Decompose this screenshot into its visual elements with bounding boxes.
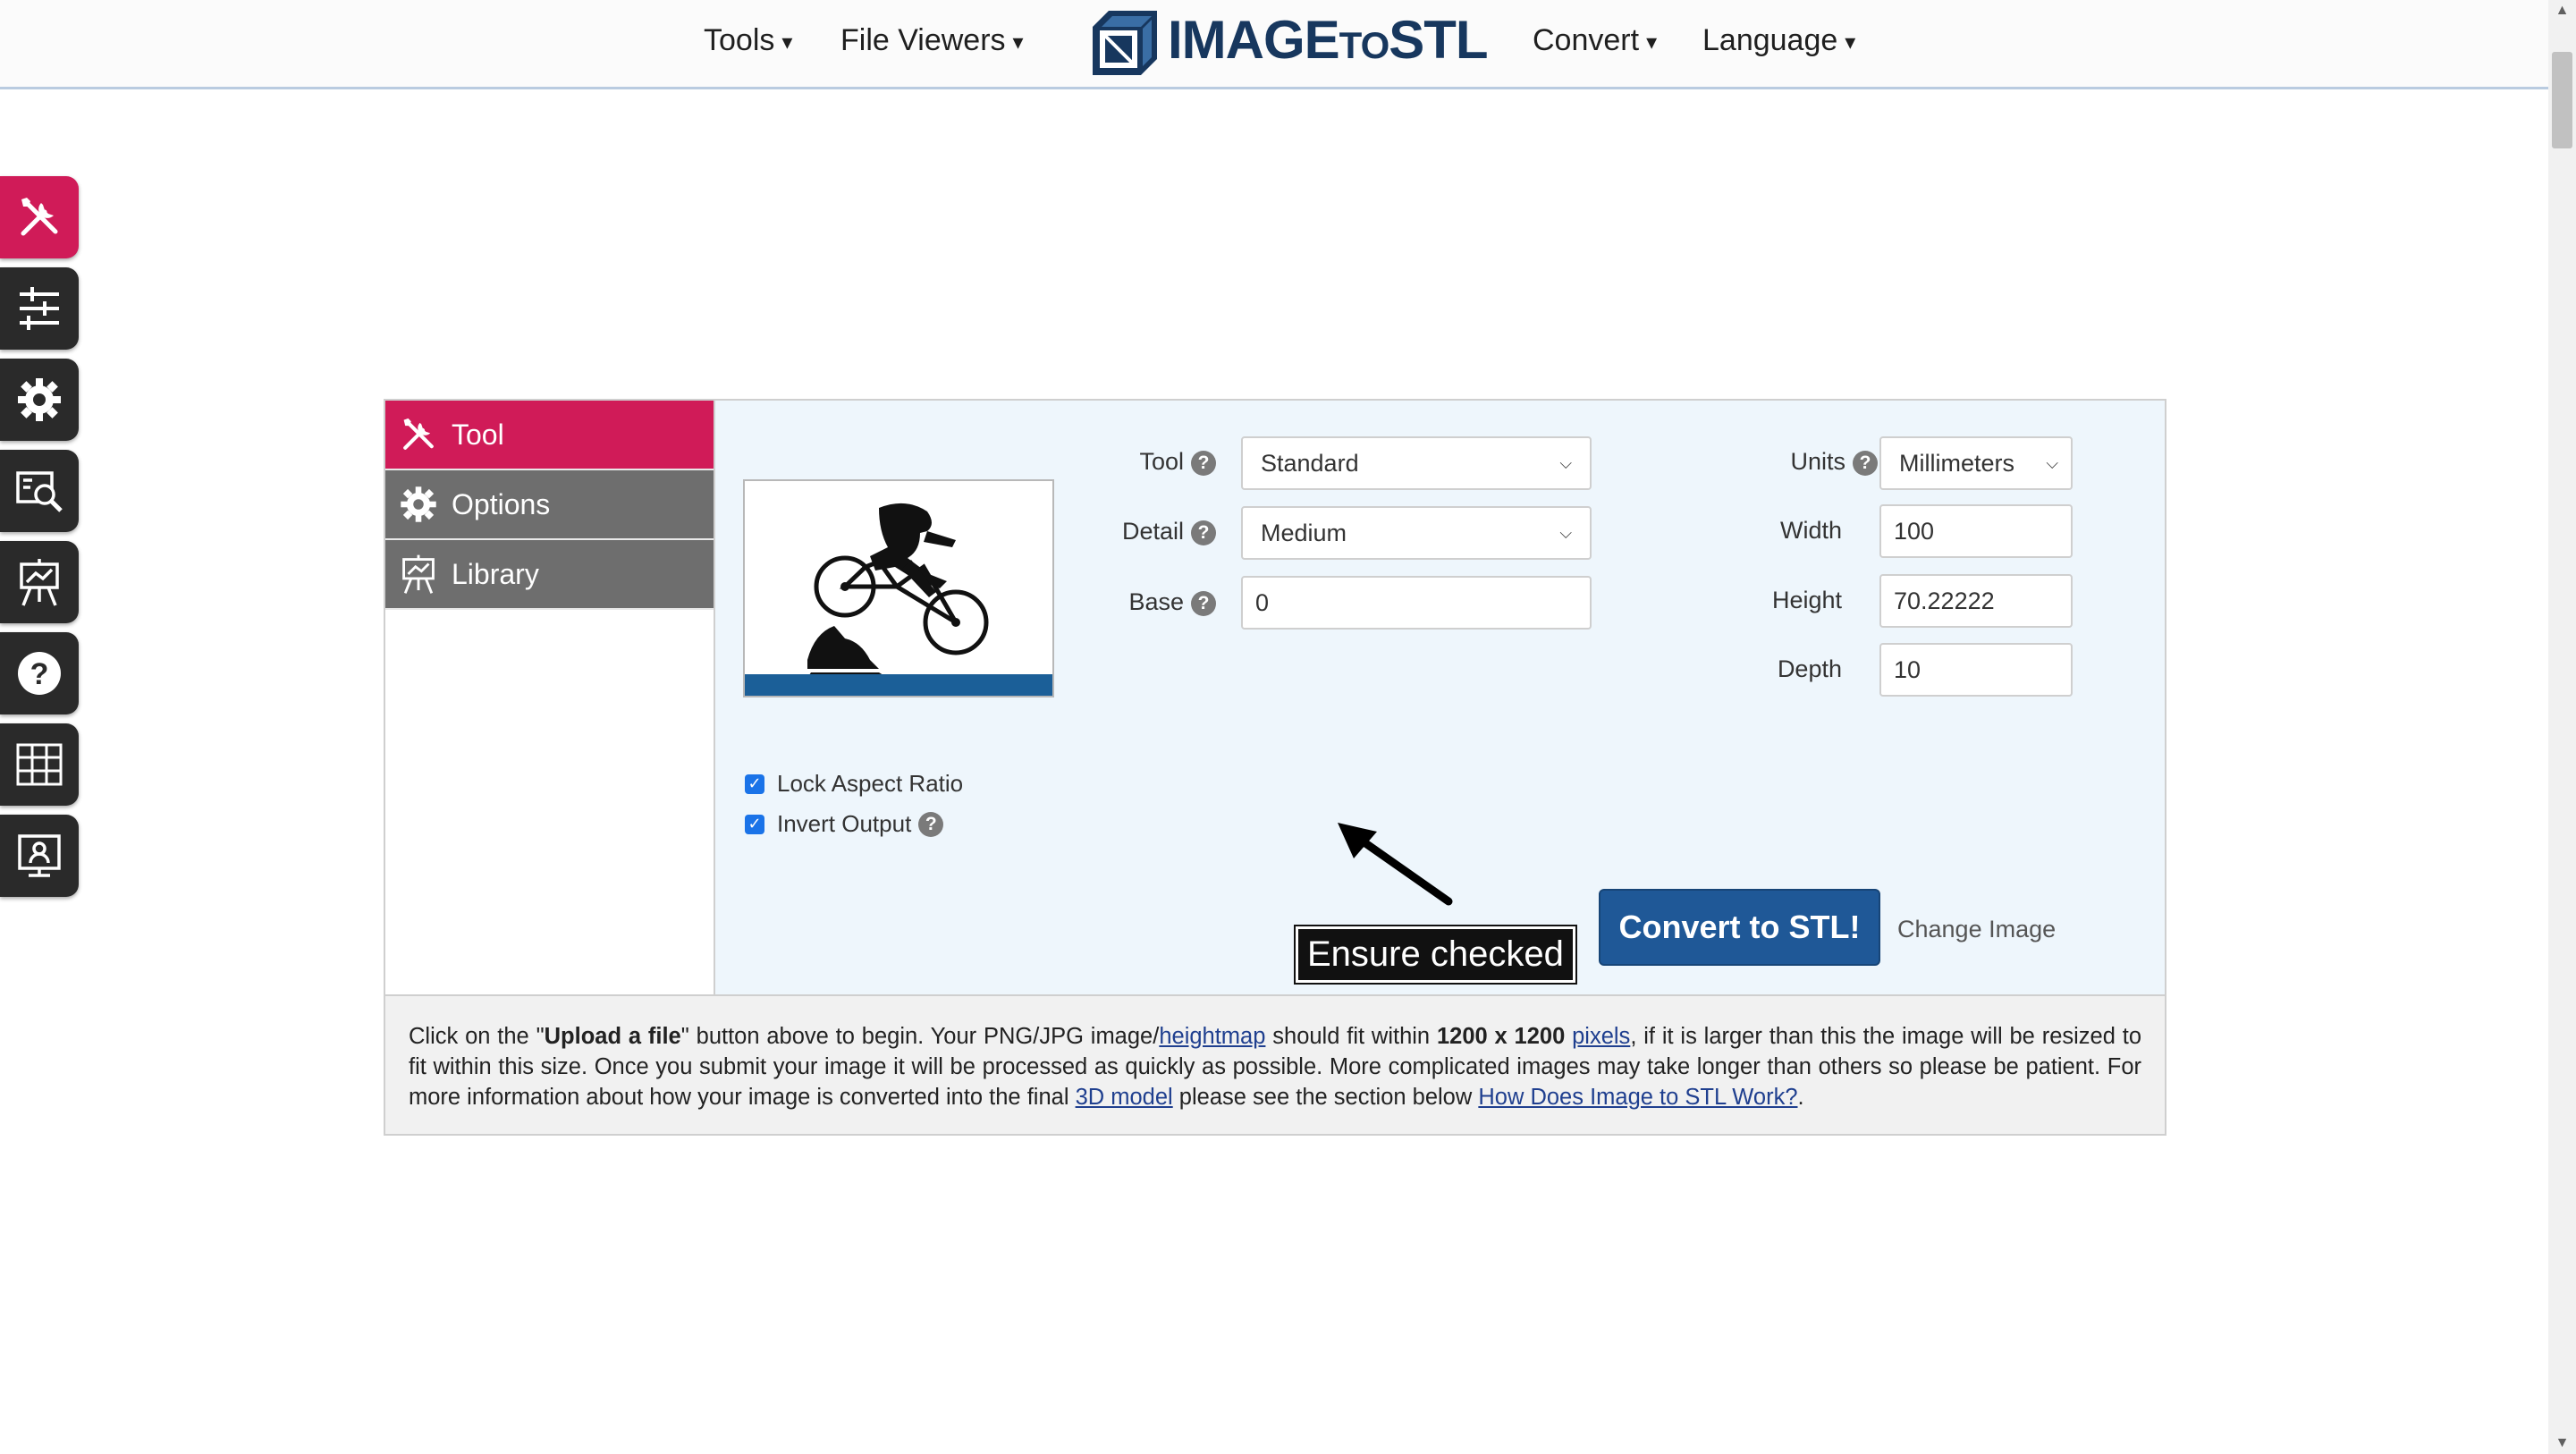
height-input-value: 70.22222 <box>1894 587 1995 614</box>
nav-language-label: Language <box>1702 23 1838 57</box>
tab-tool-label: Tool <box>452 418 504 451</box>
preview-footer-strip <box>745 674 1052 696</box>
tool-select[interactable]: Standard ⌵ <box>1241 436 1592 490</box>
tool-label: Tool? <box>1028 448 1216 476</box>
lock-aspect-ratio-row[interactable]: ✓ Lock Aspect Ratio <box>745 770 963 798</box>
site-logo[interactable]: IMAGETOSTL <box>1089 7 1489 79</box>
chevron-down-icon: ▾ <box>1012 30 1024 55</box>
width-input[interactable]: 100 <box>1879 504 2073 558</box>
invert-output-checkbox[interactable]: ✓ <box>745 814 764 834</box>
mountain-bike-image <box>807 503 989 678</box>
tool-tab-content: Tool? Standard ⌵ Detail? Medium ⌵ Base? 0 … <box>715 401 2165 994</box>
depth-input[interactable]: 10 <box>1879 643 2073 697</box>
chevron-down-icon: ⌵ <box>1559 523 1572 542</box>
svg-text:?: ? <box>30 657 49 691</box>
top-navigation: Tools ▾ File Viewers ▾ IMAGETOSTL Convert ▾… <box>0 0 2548 89</box>
width-label: Width <box>1779 517 1842 544</box>
nav-file-viewers[interactable]: File Viewers ▾ <box>840 23 1024 58</box>
3d-model-link[interactable]: 3D model <box>1076 1085 1173 1110</box>
tab-options[interactable]: Options <box>385 470 714 540</box>
detail-select[interactable]: Medium ⌵ <box>1241 506 1592 560</box>
base-input-value: 0 <box>1255 588 1270 616</box>
base-input[interactable]: 0 <box>1241 576 1592 630</box>
annotation-arrow-icon <box>1338 823 1453 906</box>
convert-to-stl-button[interactable]: Convert to STL! <box>1599 889 1880 966</box>
help-icon[interactable]: ? <box>1191 590 1216 616</box>
chevron-down-icon: ▾ <box>1646 30 1658 55</box>
sidebar-help-button[interactable]: ? <box>0 632 79 714</box>
tab-library-label: Library <box>452 557 539 590</box>
invert-output-row[interactable]: ✓ Invert Output ? <box>745 810 944 838</box>
nav-convert[interactable]: Convert ▾ <box>1533 23 1657 58</box>
units-label: Units? <box>1645 448 1878 476</box>
height-input[interactable]: 70.22222 <box>1879 574 2073 628</box>
cube-logo-icon <box>1093 11 1157 75</box>
height-label: Height <box>1771 587 1842 613</box>
tab-library[interactable]: Library <box>385 540 714 610</box>
sidebar-settings-button[interactable] <box>0 359 79 441</box>
help-icon[interactable]: ? <box>918 811 944 837</box>
nav-file-viewers-label: File Viewers <box>840 23 1006 57</box>
tool-select-value: Standard <box>1261 449 1359 477</box>
sidebar-grid-button[interactable] <box>0 723 79 806</box>
depth-input-value: 10 <box>1894 655 1921 683</box>
width-input-value: 100 <box>1894 517 1935 545</box>
grid-icon <box>16 743 63 786</box>
image-preview <box>743 479 1054 697</box>
invert-output-label: Invert Output <box>777 810 912 837</box>
sidebar-library-button[interactable] <box>0 541 79 623</box>
easel-icon <box>402 554 435 594</box>
info-paragraph: Click on the "Upload a file" button abov… <box>385 994 2165 1134</box>
scroll-thumb[interactable] <box>2552 52 2572 148</box>
tab-tool[interactable]: Tool <box>385 401 714 470</box>
tools-icon <box>403 418 434 450</box>
sliders-icon <box>20 287 59 330</box>
scroll-up-arrow-icon[interactable]: ▲ <box>2548 0 2576 21</box>
help-icon[interactable]: ? <box>1191 520 1216 545</box>
depth-label: Depth <box>1777 655 1842 682</box>
page-scrollbar[interactable]: ▲ ▼ <box>2548 0 2576 1454</box>
nav-convert-label: Convert <box>1533 23 1640 57</box>
nav-tools-label: Tools <box>704 23 775 57</box>
tools-icon <box>21 198 58 236</box>
detail-label: Detail? <box>1028 518 1216 545</box>
logo-text: IMAGETOSTL <box>1168 10 1489 70</box>
easel-icon <box>20 559 59 606</box>
image-search-icon <box>16 471 63 512</box>
converter-panel: Tool Options Library Tool ? Standard ⌵ D… <box>384 399 2166 1136</box>
gear-icon <box>401 486 436 522</box>
nav-tools[interactable]: Tools ▾ <box>704 23 792 58</box>
help-icon[interactable]: ? <box>1853 450 1878 476</box>
sidebar-tool-button[interactable] <box>0 176 79 258</box>
panel-tabs: Tool Options Library <box>385 401 715 994</box>
chevron-down-icon: ▾ <box>1845 30 1856 55</box>
units-select-value: Millimeters <box>1899 449 2015 477</box>
tab-options-label: Options <box>452 487 551 520</box>
how-does-it-work-link[interactable]: How Does Image to STL Work? <box>1478 1085 1797 1110</box>
change-image-link[interactable]: Change Image <box>1897 916 2056 943</box>
help-icon[interactable]: ? <box>1191 450 1216 476</box>
sidebar-image-search-button[interactable] <box>0 450 79 532</box>
heightmap-link[interactable]: heightmap <box>1159 1024 1265 1049</box>
pixels-link[interactable]: pixels <box>1572 1024 1630 1049</box>
chevron-down-icon: ▾ <box>781 30 793 55</box>
user-monitor-icon <box>18 834 61 877</box>
scroll-down-arrow-icon[interactable]: ▼ <box>2548 1433 2576 1454</box>
lock-aspect-ratio-checkbox[interactable]: ✓ <box>745 773 764 794</box>
sidebar-user-button[interactable] <box>0 815 79 897</box>
detail-select-value: Medium <box>1261 519 1347 546</box>
annotation-label: Ensure checked <box>1294 925 1577 985</box>
sidebar-options-button[interactable] <box>0 267 79 350</box>
gear-icon <box>18 378 61 421</box>
lock-aspect-ratio-label: Lock Aspect Ratio <box>777 770 964 797</box>
base-label: Base? <box>1028 588 1216 616</box>
nav-language[interactable]: Language ▾ <box>1702 23 1855 58</box>
units-select[interactable]: Millimeters ⌵ <box>1879 436 2073 490</box>
chevron-down-icon: ⌵ <box>1559 453 1572 472</box>
chevron-down-icon: ⌵ <box>2046 453 2058 472</box>
help-icon: ? <box>18 652 61 695</box>
